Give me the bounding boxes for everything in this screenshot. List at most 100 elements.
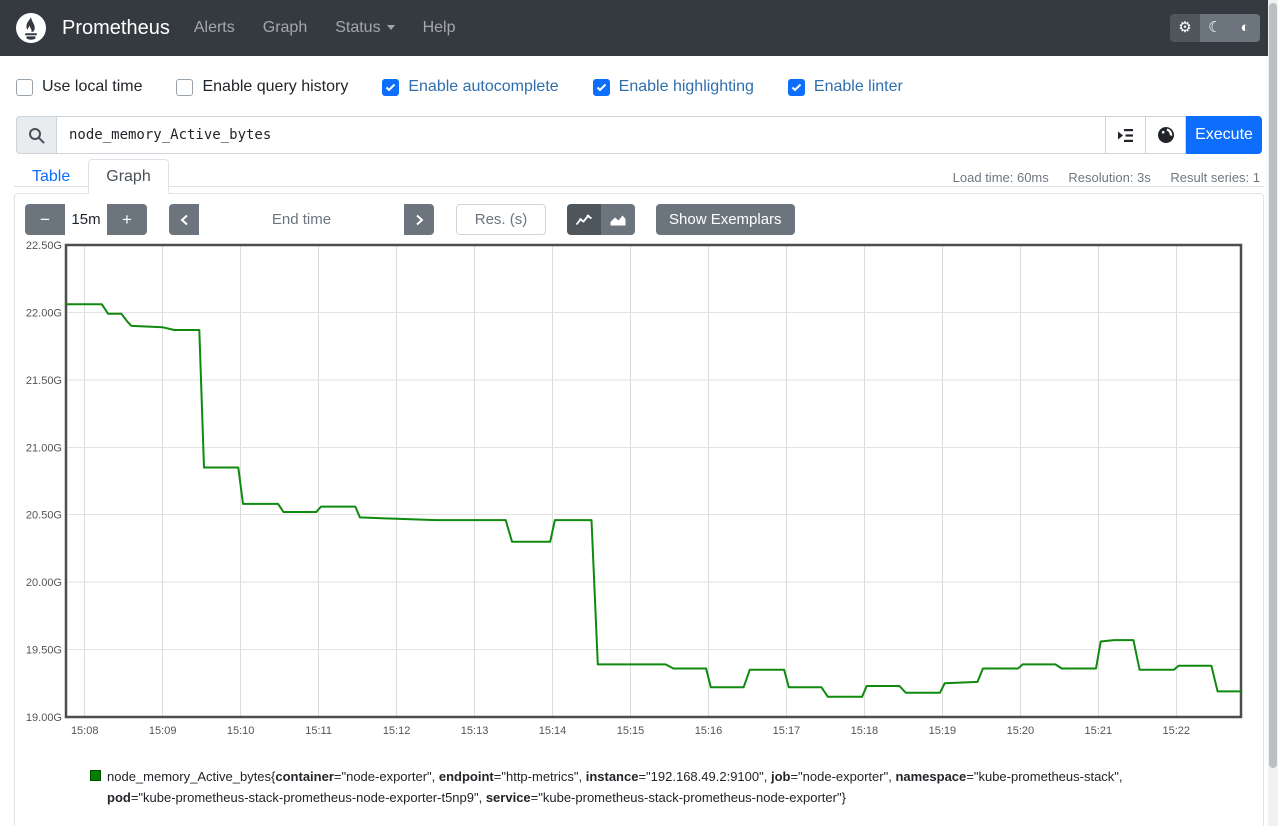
time-back-button[interactable] xyxy=(169,204,199,235)
query-search-prepend xyxy=(16,116,56,154)
search-icon xyxy=(28,127,45,144)
plot-border xyxy=(66,245,1241,717)
check-icon xyxy=(385,83,396,92)
range-input[interactable] xyxy=(65,204,107,235)
settings-button[interactable]: ⚙ xyxy=(1170,14,1200,42)
legend-item[interactable]: node_memory_Active_bytes{container="node… xyxy=(90,766,1253,808)
page-scrollbar[interactable] xyxy=(1268,0,1278,826)
x-tick-label: 15:16 xyxy=(695,725,723,737)
legend-label-key: service xyxy=(486,790,531,805)
enable-autocomplete-checkbox-box[interactable] xyxy=(382,79,399,96)
metrics-explorer-button[interactable] xyxy=(1106,116,1146,154)
caret-down-icon xyxy=(387,25,395,30)
legend-label-key: pod xyxy=(107,790,131,805)
metrics-explorer-icon xyxy=(1117,128,1134,143)
dark-theme-button[interactable]: ☾ xyxy=(1200,14,1230,42)
time-forward-button[interactable] xyxy=(404,204,434,235)
gear-icon: ⚙ xyxy=(1178,19,1191,36)
moon-icon: ☾ xyxy=(1208,19,1221,36)
end-time-input[interactable] xyxy=(199,204,404,235)
use-local-time-label: Use local time xyxy=(42,78,142,96)
enable-linter-label: Enable linter xyxy=(814,78,903,96)
enable-autocomplete-label: Enable autocomplete xyxy=(408,78,558,96)
x-tick-label: 15:21 xyxy=(1085,725,1113,737)
graph-panel: − + xyxy=(14,193,1264,826)
chevron-right-icon xyxy=(415,214,424,226)
check-icon xyxy=(791,83,802,92)
y-tick-label: 19.00G xyxy=(26,712,62,724)
legend-label-key: instance xyxy=(586,769,639,784)
check-icon xyxy=(596,83,607,92)
enable-highlighting-checkbox-box[interactable] xyxy=(593,79,610,96)
auto-theme-button[interactable]: ◐ xyxy=(1230,14,1260,42)
graph-canvas[interactable]: 22.50G22.00G21.50G21.00G20.50G20.00G19.5… xyxy=(25,238,1257,740)
theme-toggle-group: ⚙ ☾ ◐ xyxy=(1170,14,1260,42)
range-decrease-button[interactable]: − xyxy=(25,204,65,235)
line-chart-button[interactable] xyxy=(567,204,601,235)
tab-table-wrap: Table xyxy=(14,168,88,186)
result-series: Result series: 1 xyxy=(1170,170,1260,185)
resolution: Resolution: 3s xyxy=(1068,170,1150,185)
nav-help[interactable]: Help xyxy=(409,11,470,45)
x-tick-label: 15:22 xyxy=(1163,725,1191,737)
stacked-chart-button[interactable] xyxy=(601,204,635,235)
x-tick-label: 15:11 xyxy=(305,725,332,737)
prometheus-logo-icon xyxy=(16,13,46,43)
x-tick-label: 15:15 xyxy=(617,725,645,737)
x-tick-label: 15:20 xyxy=(1007,725,1035,737)
x-tick-label: 15:14 xyxy=(539,725,567,737)
end-time-group xyxy=(169,204,434,235)
enable-highlighting-checkbox[interactable]: Enable highlighting xyxy=(593,78,754,96)
options-row: Use local time Enable query history Enable… xyxy=(0,56,1278,116)
enable-autocomplete-checkbox[interactable]: Enable autocomplete xyxy=(382,78,558,96)
legend-label: node_memory_Active_bytes{container="node… xyxy=(107,766,1192,808)
tab-graph[interactable]: Graph xyxy=(88,159,168,194)
navbar: Prometheus AlertsGraphStatusHelp ⚙ ☾ ◐ xyxy=(0,0,1278,56)
legend-label-key: container xyxy=(275,769,334,784)
legend-label-key: endpoint xyxy=(439,769,494,784)
globe-icon xyxy=(1157,126,1175,144)
execute-button[interactable]: Execute xyxy=(1186,116,1262,154)
series-line xyxy=(66,304,1241,697)
y-tick-label: 20.50G xyxy=(26,510,62,522)
format-expression-button[interactable] xyxy=(1146,116,1186,154)
chevron-left-icon xyxy=(180,214,189,226)
line-chart-icon xyxy=(575,213,593,227)
enable-query-history-checkbox[interactable]: Enable query history xyxy=(176,78,348,96)
y-tick-label: 22.00G xyxy=(26,307,62,319)
enable-linter-checkbox-box[interactable] xyxy=(788,79,805,96)
use-local-time-checkbox-box[interactable] xyxy=(16,79,33,96)
enable-highlighting-label: Enable highlighting xyxy=(619,78,754,96)
x-tick-label: 15:18 xyxy=(851,725,879,737)
legend-label-key: job xyxy=(771,769,791,784)
range-increase-button[interactable]: + xyxy=(107,204,147,235)
nav-graph[interactable]: Graph xyxy=(249,11,321,45)
x-tick-label: 15:19 xyxy=(929,725,957,737)
prometheus-brand[interactable]: Prometheus xyxy=(16,13,170,43)
x-tick-label: 15:12 xyxy=(383,725,411,737)
main-nav: AlertsGraphStatusHelp xyxy=(180,11,470,45)
query-input[interactable] xyxy=(56,116,1106,154)
x-tick-label: 15:10 xyxy=(227,725,255,737)
enable-linter-checkbox[interactable]: Enable linter xyxy=(788,78,903,96)
y-tick-label: 22.50G xyxy=(26,240,62,252)
y-tick-label: 21.00G xyxy=(26,442,62,454)
use-local-time-checkbox[interactable]: Use local time xyxy=(16,78,142,96)
query-bar: Execute xyxy=(0,116,1278,154)
enable-query-history-checkbox-box[interactable] xyxy=(176,79,193,96)
show-exemplars-button[interactable]: Show Exemplars xyxy=(656,204,795,235)
graph-controls: − + xyxy=(25,204,1253,235)
range-group: − + xyxy=(25,204,147,235)
tab-table[interactable]: Table xyxy=(14,159,88,194)
area-chart-icon xyxy=(609,213,627,227)
y-tick-label: 19.50G xyxy=(26,645,62,657)
y-tick-label: 21.50G xyxy=(26,375,62,387)
scrollbar-thumb[interactable] xyxy=(1269,3,1277,768)
x-tick-label: 15:13 xyxy=(461,725,489,737)
brand-title: Prometheus xyxy=(62,17,170,40)
legend-swatch xyxy=(90,770,101,781)
nav-status[interactable]: Status xyxy=(321,11,408,45)
nav-alerts[interactable]: Alerts xyxy=(180,11,249,45)
resolution-input[interactable] xyxy=(456,204,546,235)
x-tick-label: 15:17 xyxy=(773,725,801,737)
